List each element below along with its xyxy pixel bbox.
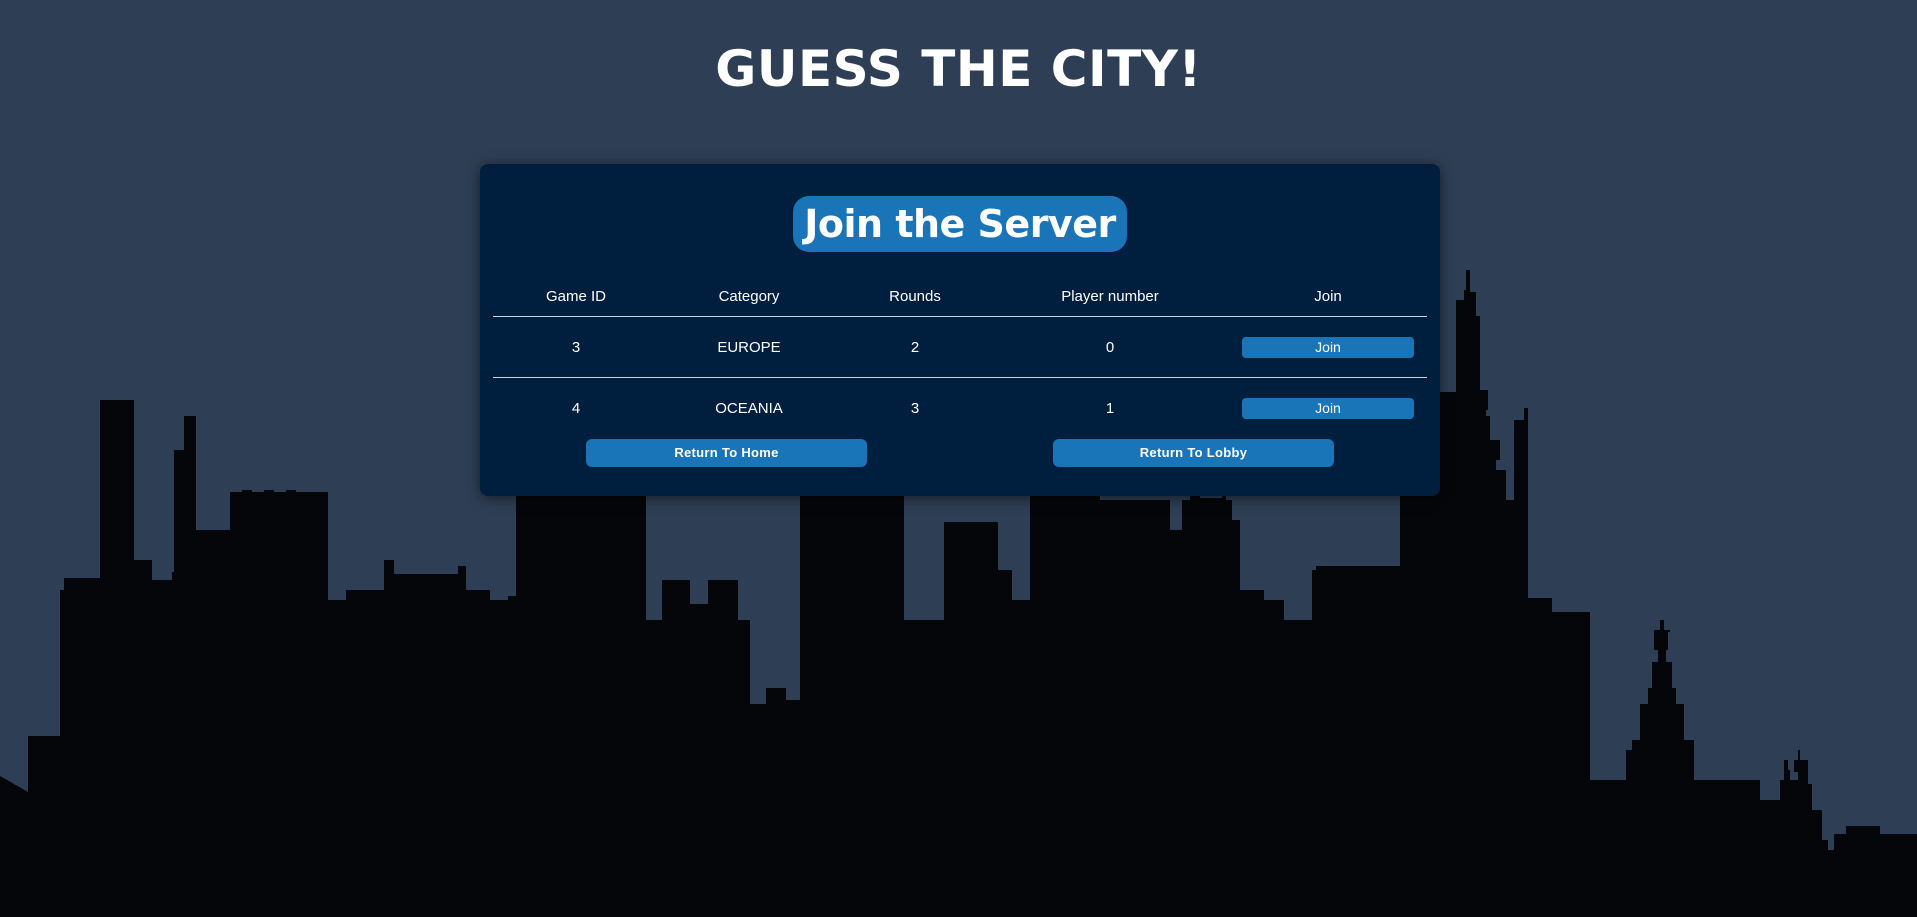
cell-join: Join (1229, 378, 1427, 439)
cell-players: 0 (1105, 338, 1115, 356)
header-game-id: Game ID (545, 287, 606, 305)
cell-category: OCEANIA (715, 399, 783, 417)
panel-header: Join the Server (793, 196, 1127, 252)
cell-category: EUROPE (717, 338, 781, 356)
table-header-row: Game ID Category Rounds Player number Jo… (493, 276, 1427, 317)
header-category: Category (718, 287, 780, 305)
cell-game-id: 3 (571, 338, 581, 356)
return-to-home-button[interactable]: Return To Home (586, 439, 867, 467)
cell-game-id: 4 (571, 399, 581, 417)
join-game-3-button[interactable]: Join (1242, 336, 1414, 358)
header-join: Join (1314, 287, 1342, 305)
games-table: Game ID Category Rounds Player number Jo… (493, 276, 1427, 438)
join-game-4-button[interactable]: Join (1242, 397, 1414, 419)
table-row: 3 EUROPE 2 0 Join (493, 317, 1427, 378)
cell-join: Join (1229, 317, 1427, 378)
header-rounds: Rounds (889, 287, 941, 305)
cell-players: 1 (1105, 399, 1115, 417)
table-row: 4 OCEANIA 3 1 Join (493, 378, 1427, 439)
cell-rounds: 3 (910, 399, 920, 417)
header-player-number: Player number (1061, 287, 1159, 305)
join-server-panel: Join the Server Game ID Category Rounds … (480, 164, 1440, 496)
site-title: GUESS THE CITY! (715, 40, 1202, 98)
cell-rounds: 2 (910, 338, 920, 356)
return-to-lobby-button[interactable]: Return To Lobby (1053, 439, 1334, 467)
